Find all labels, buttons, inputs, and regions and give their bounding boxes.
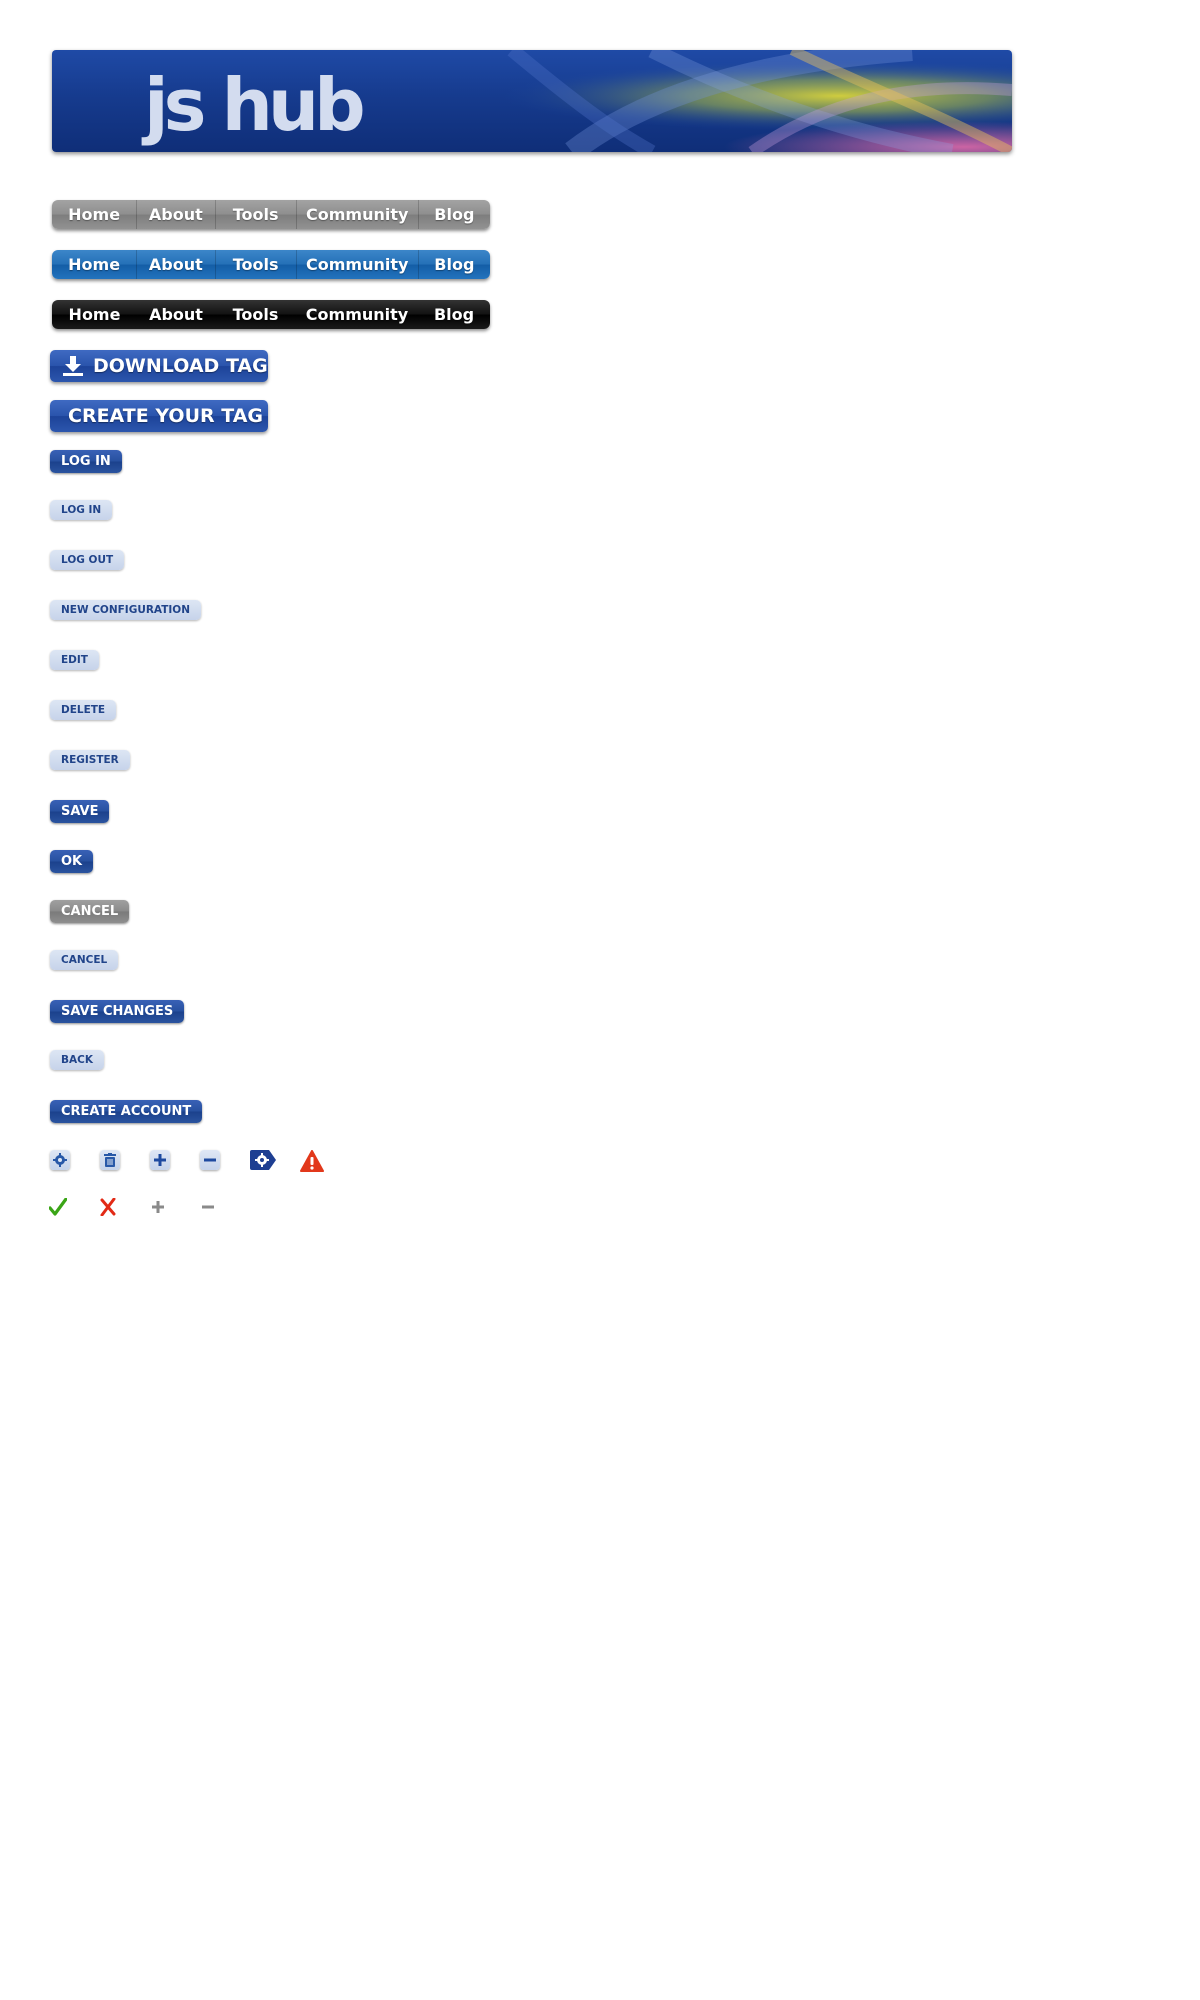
cancel-small-button[interactable]: CANCEL	[50, 950, 119, 970]
save-changes-button[interactable]: SAVE CHANGES	[50, 1000, 185, 1023]
save-button[interactable]: SAVE	[50, 800, 110, 823]
new-configuration-button[interactable]: NEW CONFIGURATION	[50, 600, 202, 620]
tag-gear-icon[interactable]	[250, 1150, 276, 1170]
nav-bar-gray: Home About Tools Community Blog	[52, 200, 490, 229]
nav-item-community[interactable]: Community	[296, 300, 418, 329]
save-changes-label: SAVE CHANGES	[61, 1004, 174, 1019]
cancel-button[interactable]: CANCEL	[50, 900, 130, 923]
minus-icon[interactable]	[200, 1150, 220, 1170]
plus-gray-icon	[148, 1196, 168, 1218]
log-out-button[interactable]: LOG OUT	[50, 550, 125, 570]
log-in-small-button[interactable]: LOG IN	[50, 500, 113, 520]
nav-item-tools[interactable]: Tools	[216, 250, 297, 279]
plus-icon[interactable]	[150, 1150, 170, 1170]
back-button[interactable]: BACK	[50, 1050, 104, 1070]
nav-item-tools[interactable]: Tools	[216, 200, 297, 229]
nav-bar-blue: Home About Tools Community Blog	[52, 250, 490, 279]
minus-gray-icon	[198, 1196, 218, 1218]
nav-item-about[interactable]: About	[137, 250, 216, 279]
cancel-label: CANCEL	[61, 904, 119, 919]
edit-button[interactable]: EDIT	[50, 650, 99, 670]
nav-item-community[interactable]: Community	[297, 200, 419, 229]
download-icon	[62, 355, 84, 377]
ok-label: OK	[61, 854, 83, 869]
cross-icon	[98, 1196, 118, 1218]
nav-item-about[interactable]: About	[137, 200, 216, 229]
create-your-tag-button[interactable]: CREATE YOUR TAG	[50, 400, 268, 432]
edit-label: EDIT	[61, 654, 88, 666]
create-account-button[interactable]: CREATE ACCOUNT	[50, 1100, 203, 1123]
ok-button[interactable]: OK	[50, 850, 94, 873]
log-in-label: LOG IN	[61, 454, 111, 469]
cancel-small-label: CANCEL	[61, 954, 108, 966]
warning-icon	[300, 1150, 324, 1172]
download-tag-label: DOWNLOAD TAG	[93, 355, 268, 377]
header-banner: js hub	[52, 50, 1012, 152]
nav-item-blog[interactable]: Blog	[419, 250, 490, 279]
nav-item-home[interactable]: Home	[52, 300, 137, 329]
nav-item-home[interactable]: Home	[52, 250, 138, 279]
log-out-label: LOG OUT	[61, 554, 114, 566]
nav-item-tools[interactable]: Tools	[215, 300, 296, 329]
back-label: BACK	[61, 1054, 93, 1066]
register-button[interactable]: REGISTER	[50, 750, 130, 770]
download-tag-button[interactable]: DOWNLOAD TAG	[50, 350, 268, 382]
create-account-label: CREATE ACCOUNT	[61, 1104, 192, 1119]
nav-item-community[interactable]: Community	[297, 250, 419, 279]
delete-label: DELETE	[61, 704, 106, 716]
nav-item-home[interactable]: Home	[52, 200, 138, 229]
nav-bar-black: Home About Tools Community Blog	[52, 300, 490, 329]
jshub-logo: js hub	[144, 54, 366, 152]
gear-icon[interactable]	[50, 1150, 70, 1170]
logo-text: js hub	[144, 63, 366, 147]
trash-icon[interactable]	[100, 1150, 120, 1170]
log-in-button[interactable]: LOG IN	[50, 450, 122, 473]
new-configuration-label: NEW CONFIGURATION	[61, 604, 191, 616]
save-label: SAVE	[61, 804, 99, 819]
checkmark-icon	[48, 1196, 68, 1218]
register-label: REGISTER	[61, 754, 119, 766]
nav-item-about[interactable]: About	[137, 300, 215, 329]
create-your-tag-label: CREATE YOUR TAG	[68, 405, 264, 427]
log-in-small-label: LOG IN	[61, 504, 102, 516]
nav-item-blog[interactable]: Blog	[418, 300, 490, 329]
delete-button[interactable]: DELETE	[50, 700, 117, 720]
nav-item-blog[interactable]: Blog	[419, 200, 490, 229]
